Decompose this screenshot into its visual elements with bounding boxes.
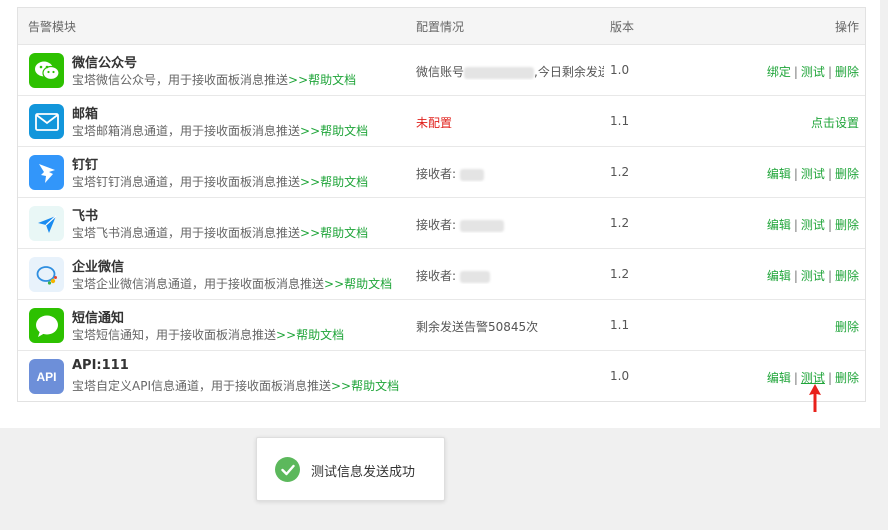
row-name: 邮箱 bbox=[72, 107, 99, 122]
row-config: 微信账号 ,今日剩余发送 bbox=[416, 65, 604, 79]
sms-icon bbox=[29, 308, 64, 343]
row-config: 接收者: bbox=[416, 165, 604, 182]
success-toast: 测试信息发送成功 bbox=[256, 437, 445, 501]
table-row-feishu: 飞书 宝塔飞书消息通道，用于接收面板消息推送>>帮助文档 接收者: 1.2 编辑… bbox=[18, 198, 865, 249]
delete-button[interactable]: 删除 bbox=[835, 371, 859, 385]
row-desc: 宝塔邮箱消息通道，用于接收面板消息推送>>帮助文档 bbox=[72, 124, 369, 138]
row-desc: 宝塔企业微信消息通道，用于接收面板消息推送>>帮助文档 bbox=[72, 277, 393, 291]
dingtalk-icon bbox=[29, 155, 64, 190]
row-version: 1.2 bbox=[610, 165, 630, 179]
row-name: 企业微信 bbox=[72, 260, 125, 275]
delete-button[interactable]: 删除 bbox=[835, 167, 859, 181]
table-row-sms: 短信通知 宝塔短信通知，用于接收面板消息推送>>帮助文档 剩余发送告警50845… bbox=[18, 300, 865, 351]
row-name: 微信公众号 bbox=[72, 56, 138, 71]
edit-button[interactable]: 编辑 bbox=[767, 371, 791, 385]
redacted-value bbox=[459, 168, 484, 181]
row-config: 未配置 bbox=[416, 116, 453, 130]
row-actions: 编辑 | 测试 | 删除 bbox=[766, 167, 859, 181]
test-button[interactable]: 测试 bbox=[801, 218, 825, 232]
row-actions: 编辑 | 测试 | 删除 bbox=[766, 269, 859, 283]
toast-message: 测试信息发送成功 bbox=[311, 465, 416, 480]
row-config: 剩余发送告警50845次 bbox=[416, 320, 539, 334]
row-actions: 点击设置 bbox=[811, 114, 859, 131]
setup-button[interactable]: 点击设置 bbox=[811, 116, 859, 130]
table-header: 告警模块 配置情况 版本 操作 bbox=[18, 8, 865, 45]
help-doc-link[interactable]: >>帮助文档 bbox=[331, 379, 399, 393]
row-config: 接收者: bbox=[416, 216, 604, 233]
edit-button[interactable]: 编辑 bbox=[767, 269, 791, 283]
delete-button[interactable]: 删除 bbox=[835, 320, 859, 334]
help-doc-link[interactable]: >>帮助文档 bbox=[300, 175, 368, 189]
row-actions: 编辑 | 测试 | 删除 bbox=[766, 218, 859, 232]
alert-settings-panel: 告警模块 配置情况 版本 操作 微信公众号 宝塔微信公众号，用于接收面板消息推送… bbox=[0, 0, 880, 428]
test-button[interactable]: 测试 bbox=[801, 371, 825, 385]
test-button[interactable]: 测试 bbox=[801, 65, 825, 79]
redacted-value bbox=[459, 219, 504, 232]
table-row-mail: 邮箱 宝塔邮箱消息通道，用于接收面板消息推送>>帮助文档 未配置 1.1 点击设… bbox=[18, 96, 865, 147]
row-name: 钉钉 bbox=[72, 158, 99, 173]
row-version: 1.1 bbox=[610, 114, 630, 128]
delete-button[interactable]: 删除 bbox=[835, 65, 859, 79]
header-config: 配置情况 bbox=[416, 20, 465, 34]
redacted-value bbox=[464, 66, 535, 79]
row-desc: 宝塔钉钉消息通道，用于接收面板消息推送>>帮助文档 bbox=[72, 175, 369, 189]
header-module: 告警模块 bbox=[28, 20, 77, 34]
row-desc: 宝塔短信通知，用于接收面板消息推送>>帮助文档 bbox=[72, 328, 345, 342]
table-row-wechat-official: 微信公众号 宝塔微信公众号，用于接收面板消息推送>>帮助文档 微信账号 ,今日剩余… bbox=[18, 45, 865, 96]
row-version: 1.1 bbox=[610, 318, 630, 332]
edit-button[interactable]: 编辑 bbox=[767, 218, 791, 232]
row-name: API:111 bbox=[72, 358, 129, 373]
row-desc: 宝塔自定义API信息通道，用于接收面板消息推送>>帮助文档 bbox=[72, 379, 400, 393]
row-name: 短信通知 bbox=[72, 311, 125, 326]
help-doc-link[interactable]: >>帮助文档 bbox=[324, 277, 392, 291]
check-circle-icon bbox=[275, 457, 300, 482]
test-button[interactable]: 测试 bbox=[801, 269, 825, 283]
table-row-api: API API:111 宝塔自定义API信息通道，用于接收面板消息推送>>帮助文… bbox=[18, 351, 865, 401]
help-doc-link[interactable]: >>帮助文档 bbox=[300, 226, 368, 240]
test-button[interactable]: 测试 bbox=[801, 167, 825, 181]
row-version: 1.2 bbox=[610, 216, 630, 230]
redacted-value bbox=[459, 270, 490, 283]
header-version: 版本 bbox=[610, 20, 635, 34]
mail-icon bbox=[29, 104, 64, 139]
table-row-wecom: 企业微信 宝塔企业微信消息通道，用于接收面板消息推送>>帮助文档 接收者: 1.… bbox=[18, 249, 865, 300]
help-doc-link[interactable]: >>帮助文档 bbox=[276, 328, 344, 342]
row-version: 1.2 bbox=[610, 267, 630, 281]
row-actions: 绑定 | 测试 | 删除 bbox=[766, 65, 859, 79]
header-actions: 操作 bbox=[834, 20, 859, 34]
delete-button[interactable]: 删除 bbox=[835, 269, 859, 283]
row-actions: 删除 bbox=[835, 318, 859, 335]
api-icon: API bbox=[29, 359, 64, 394]
wechat-official-icon bbox=[29, 53, 64, 88]
table-row-dingtalk: 钉钉 宝塔钉钉消息通道，用于接收面板消息推送>>帮助文档 接收者: 1.2 编辑… bbox=[18, 147, 865, 198]
row-desc: 宝塔微信公众号，用于接收面板消息推送>>帮助文档 bbox=[72, 73, 357, 87]
red-arrow-annotation bbox=[809, 384, 821, 412]
edit-button[interactable]: 编辑 bbox=[767, 167, 791, 181]
wecom-icon bbox=[29, 257, 64, 292]
bind-button[interactable]: 绑定 bbox=[767, 65, 791, 79]
row-name: 飞书 bbox=[72, 209, 99, 224]
alert-module-table: 告警模块 配置情况 版本 操作 微信公众号 宝塔微信公众号，用于接收面板消息推送… bbox=[17, 7, 866, 402]
help-doc-link[interactable]: >>帮助文档 bbox=[288, 73, 356, 87]
row-version: 1.0 bbox=[610, 63, 630, 77]
delete-button[interactable]: 删除 bbox=[835, 218, 859, 232]
feishu-icon bbox=[29, 206, 64, 241]
row-version: 1.0 bbox=[610, 369, 630, 383]
row-desc: 宝塔飞书消息通道，用于接收面板消息推送>>帮助文档 bbox=[72, 226, 369, 240]
row-config: 接收者: bbox=[416, 267, 604, 284]
help-doc-link[interactable]: >>帮助文档 bbox=[300, 124, 368, 138]
